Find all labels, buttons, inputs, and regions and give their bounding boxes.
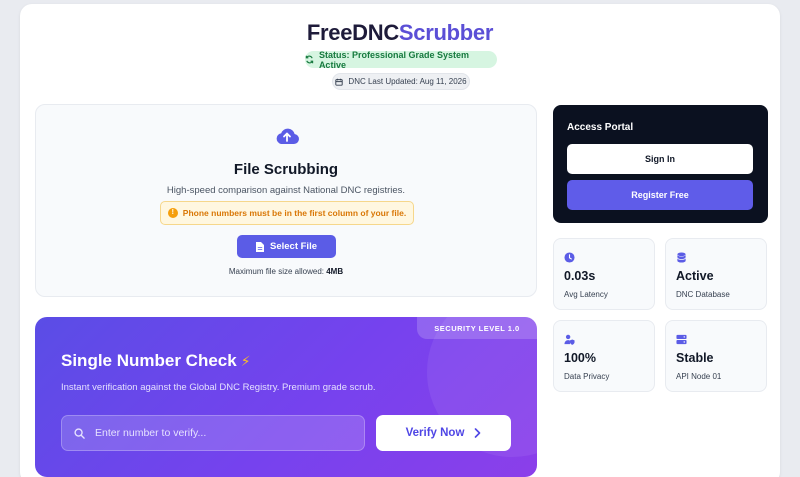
status-text: Status: Professional Grade System Active [318,49,469,70]
sign-in-button[interactable]: Sign In [567,144,753,174]
brand-name-part1: FreeDNC [306,20,399,45]
brand-name-part2: Scrubber [398,20,494,45]
number-input-wrapper[interactable] [61,415,365,451]
cloud-upload-icon [276,128,299,144]
max-file-size: Maximum file size allowed: 4MB [36,267,536,276]
single-check-title: Single Number Check ⚡ [61,351,251,371]
stat-label: API Node 01 [676,372,722,381]
calendar-icon [335,78,344,86]
stat-value: 100% [564,351,596,365]
number-input[interactable] [95,427,345,439]
single-check-description: Instant verification against the Global … [61,382,376,393]
stat-card-database: Active DNC Database [665,238,767,310]
register-free-button[interactable]: Register Free [567,180,753,210]
brand-title: FreeDNCScrubber [20,20,780,46]
max-file-size-label: Maximum file size allowed: [228,267,324,276]
main-card: FreeDNCScrubber Status: Professional Gra… [20,4,780,477]
verify-now-button[interactable]: Verify Now [376,415,511,451]
single-number-check-panel: SECURITY LEVEL 1.0 Single Number Check ⚡ … [35,317,537,477]
security-level-badge: SECURITY LEVEL 1.0 [417,317,537,339]
select-file-label: Select File [270,241,317,252]
stat-label: Data Privacy [564,372,610,381]
search-icon [74,427,85,439]
stat-label: Avg Latency [564,290,608,299]
dnc-updated-badge: DNC Last Updated: Aug 11, 2026 [332,73,470,90]
stat-value: Stable [676,351,714,365]
stat-card-api-node: Stable API Node 01 [665,320,767,392]
database-icon [677,252,686,263]
stat-card-latency: 0.03s Avg Latency [553,238,655,310]
verify-now-label: Verify Now [405,427,465,439]
max-file-size-value: 4MB [326,267,344,276]
file-upload-panel[interactable]: File Scrubbing High-speed comparison aga… [35,104,537,297]
select-file-button[interactable]: Select File [237,235,336,258]
column-warning: ! Phone numbers must be in the first col… [160,201,414,225]
single-check-title-text: Single Number Check [61,351,237,370]
clock-icon [564,252,575,263]
column-warning-text: Phone numbers must be in the first colum… [182,208,407,218]
stat-label: DNC Database [676,290,730,299]
upload-description: High-speed comparison against National D… [166,185,406,196]
refresh-icon [305,55,314,64]
dnc-updated-text: DNC Last Updated: Aug 11, 2026 [348,77,467,86]
file-icon [256,241,264,252]
chevron-right-icon [475,428,481,438]
stat-value: 0.03s [564,269,596,283]
server-icon [676,334,687,345]
stat-value: Active [676,269,714,283]
status-badge: Status: Professional Grade System Active [305,49,497,70]
upload-title: File Scrubbing [233,161,339,178]
info-icon: ! [167,208,178,218]
access-portal-title: Access Portal [567,122,634,133]
stat-card-privacy: 100% Data Privacy [553,320,655,392]
user-shield-icon [564,334,575,345]
access-portal-panel: Access Portal Sign In Register Free [553,105,768,223]
lightning-icon: ⚡ [240,353,251,369]
